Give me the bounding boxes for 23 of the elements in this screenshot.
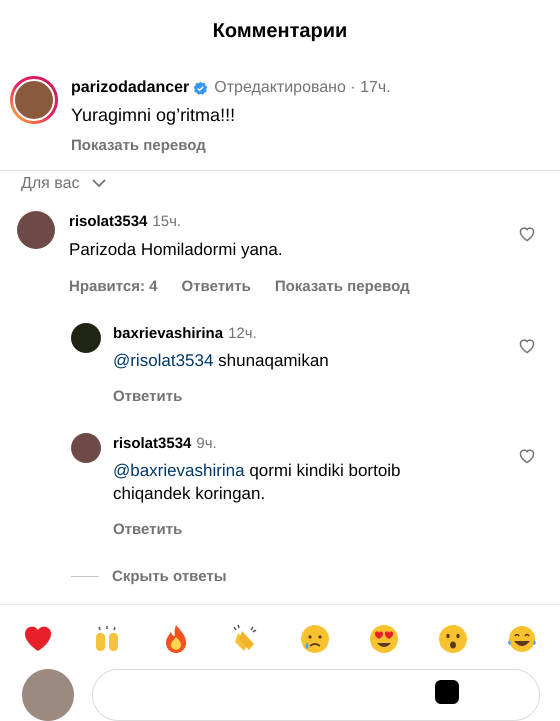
comment-time: 9ч. bbox=[196, 434, 217, 454]
comment-time: 15ч. bbox=[152, 212, 182, 232]
username[interactable]: risolat3534 bbox=[69, 211, 148, 234]
hide-replies-link[interactable]: Скрыть ответы bbox=[112, 566, 227, 588]
reply-action-link[interactable]: Ответить bbox=[113, 519, 182, 542]
comment-time: 12ч. bbox=[228, 324, 257, 344]
reply-text: @risolat3534 shunaqamikan bbox=[113, 350, 330, 372]
page-title: Комментарии bbox=[212, 19, 348, 44]
username[interactable]: baxrievashirina bbox=[113, 322, 224, 345]
username[interactable]: risolat3534 bbox=[113, 432, 192, 455]
sort-dropdown[interactable]: Для вас bbox=[21, 172, 106, 196]
reply-action-link[interactable]: Ответить bbox=[113, 386, 182, 408]
username[interactable]: parizodadancer bbox=[71, 76, 190, 100]
comment-text: Parizoda Homiladormi yana. bbox=[69, 238, 284, 260]
edited-timestamp: Отредактировано · 17ч. bbox=[214, 78, 391, 98]
comment-action-link[interactable]: Ответить bbox=[182, 276, 251, 298]
mention-link[interactable]: @baxrievashirina bbox=[113, 461, 245, 480]
mention-link[interactable]: @risolat3534 bbox=[113, 351, 214, 370]
comment-action-link[interactable]: Нравится: 4 bbox=[69, 276, 158, 298]
show-translation-link[interactable]: Показать перевод bbox=[71, 135, 391, 158]
comment-action-link[interactable]: Показать перевод bbox=[274, 276, 410, 298]
post-text: Yuragimni og’ritma!!! bbox=[71, 104, 236, 127]
reply-text: @baxrievashirina qormi kindiki bortoib chiqandek koringan. bbox=[113, 460, 402, 505]
